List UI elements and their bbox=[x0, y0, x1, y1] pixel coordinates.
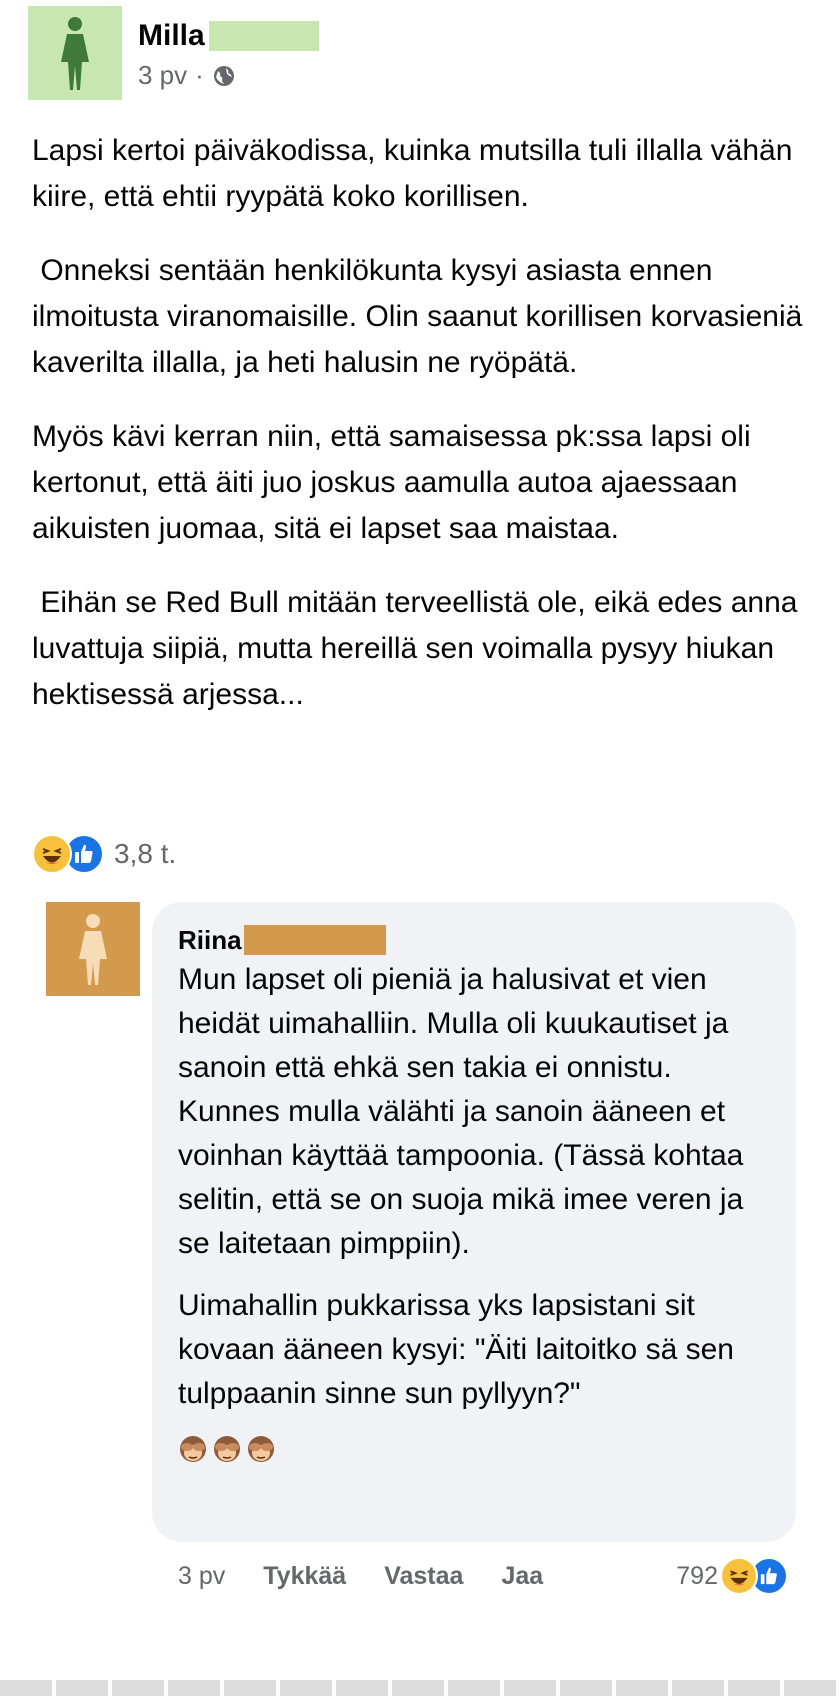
post-paragraph: Myös kävi kerran niin, että samaisessa p… bbox=[32, 420, 751, 545]
see-no-evil-emoji-row bbox=[178, 1434, 774, 1464]
haha-reaction-icon bbox=[720, 1557, 758, 1595]
post-reactions[interactable]: 3,8 t. bbox=[32, 834, 176, 874]
comment-timestamp[interactable]: 3 pv bbox=[178, 1562, 225, 1591]
see-no-evil-monkey-icon bbox=[248, 1436, 274, 1462]
comment-actions: 3 pv Tykkää Vastaa Jaa 792 bbox=[178, 1556, 788, 1596]
like-button[interactable]: Tykkää bbox=[263, 1562, 346, 1591]
post-paragraph: Onneksi sentään henkilökunta kysyi asias… bbox=[32, 254, 811, 379]
commenter-avatar[interactable] bbox=[46, 902, 140, 996]
post-header: Milla 3 pv · bbox=[28, 6, 319, 100]
see-no-evil-monkey-icon bbox=[214, 1436, 240, 1462]
redacted-surname bbox=[243, 925, 386, 955]
globe-icon[interactable] bbox=[212, 64, 236, 88]
post-paragraph: Lapsi kertoi päiväkodissa, kuinka mutsil… bbox=[32, 134, 793, 213]
comment-text: Mun lapset oli pieniä ja halusivat et vi… bbox=[178, 958, 774, 1416]
comment-paragraph: Mun lapset oli pieniä ja halusivat et vi… bbox=[178, 963, 744, 1260]
see-no-evil-monkey-icon bbox=[180, 1436, 206, 1462]
woman-icon bbox=[61, 17, 89, 90]
post-timestamp[interactable]: 3 pv bbox=[138, 60, 187, 91]
post-body: Lapsi kertoi päiväkodissa, kuinka mutsil… bbox=[32, 128, 822, 746]
meta-separator: · bbox=[195, 60, 204, 90]
woman-icon bbox=[79, 914, 107, 985]
redacted-surname bbox=[208, 21, 319, 51]
comment-bubble: Riina Mun lapset oli pieniä ja halusivat… bbox=[152, 902, 796, 1542]
author-avatar[interactable] bbox=[28, 6, 122, 100]
post-paragraph: Eihän se Red Bull mitään terveellistä ol… bbox=[32, 586, 806, 711]
share-button[interactable]: Jaa bbox=[501, 1562, 543, 1591]
comment-reaction-count: 792 bbox=[676, 1561, 718, 1590]
comment-reactions[interactable]: 792 bbox=[676, 1557, 788, 1595]
haha-reaction-icon bbox=[32, 834, 72, 874]
commenter-name[interactable]: Riina bbox=[178, 925, 242, 956]
comment-paragraph: Uimahallin pukkarissa yks lapsistani sit… bbox=[178, 1289, 734, 1410]
reply-button[interactable]: Vastaa bbox=[384, 1562, 463, 1591]
reaction-count[interactable]: 3,8 t. bbox=[114, 838, 176, 870]
author-name[interactable]: Milla bbox=[138, 19, 205, 53]
bottom-edge-strip bbox=[0, 1680, 840, 1696]
